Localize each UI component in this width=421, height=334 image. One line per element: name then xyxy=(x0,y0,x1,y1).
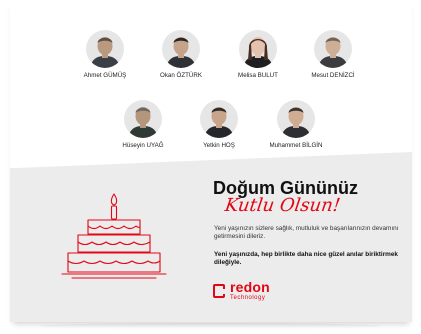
avatar xyxy=(200,100,238,138)
avatar xyxy=(124,100,162,138)
person-card: Muhammet BİLGİN xyxy=(251,100,341,149)
avatar xyxy=(239,30,277,68)
greeting-message: Yeni yaşınızın sizlere sağlık, mutluluk … xyxy=(214,225,399,240)
redon-logo-icon xyxy=(213,283,226,298)
avatar xyxy=(277,100,315,138)
birthday-card: Ahmet GÜMÜŞ Okan ÖZTÜRK Melisa BULUT Mes… xyxy=(10,0,412,322)
avatar xyxy=(314,30,352,68)
birthday-cake-icon xyxy=(58,190,170,286)
avatar xyxy=(86,30,124,68)
logo-subtitle: Technology xyxy=(230,295,266,301)
redon-logo: redon Technology xyxy=(213,280,270,301)
person-card: Mesut DENİZCİ xyxy=(288,30,378,79)
logo-name: redon xyxy=(230,279,270,295)
greeting-wish: Yeni yaşınızda, hep birlikte daha nice g… xyxy=(214,251,398,266)
logo-text: redon Technology xyxy=(230,280,270,301)
person-name: Muhammet BİLGİN xyxy=(269,142,323,149)
card-shadow xyxy=(40,323,380,329)
greeting-subtitle: Kutlu Olsun! xyxy=(223,195,342,216)
person-name: Mesut DENİZCİ xyxy=(311,72,355,79)
avatar xyxy=(162,30,200,68)
